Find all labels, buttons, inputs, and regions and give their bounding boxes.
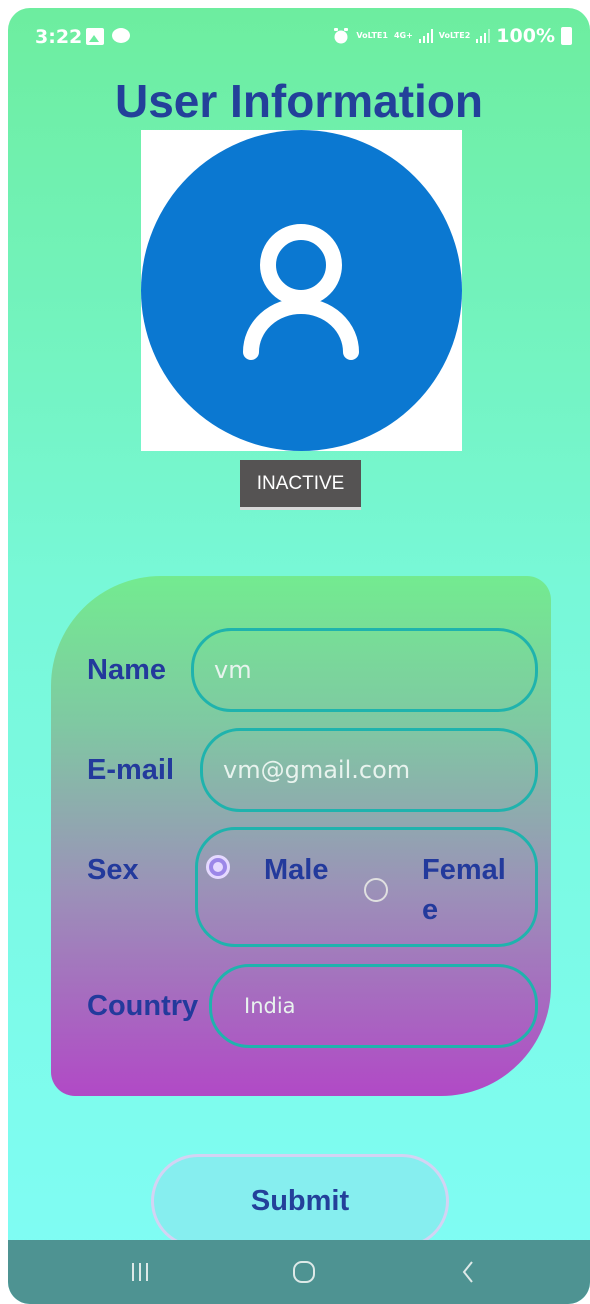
email-value: vm@gmail.com bbox=[223, 756, 411, 784]
clock: 3:22 bbox=[35, 26, 83, 48]
name-value: vm bbox=[214, 656, 252, 684]
back-icon bbox=[462, 1261, 473, 1283]
user-icon bbox=[243, 224, 359, 360]
status-toggle-button[interactable]: INACTIVE bbox=[240, 460, 361, 510]
signal-icon bbox=[418, 29, 433, 43]
status-bar: 3:22 VoLTE1 4G+ VoLTE2 100% bbox=[8, 8, 590, 68]
app-screen: 3:22 VoLTE1 4G+ VoLTE2 100% User Informa… bbox=[8, 8, 590, 1304]
recent-apps-button[interactable] bbox=[100, 1240, 180, 1304]
email-label: E-mail bbox=[87, 754, 175, 786]
user-form-card: Name vm E-mail vm@gmail.com Sex Male Fem… bbox=[51, 576, 551, 1096]
name-label: Name bbox=[87, 654, 166, 686]
volte2-indicator: VoLTE2 bbox=[438, 31, 471, 40]
home-button[interactable] bbox=[264, 1240, 344, 1304]
submit-button[interactable]: Submit bbox=[151, 1154, 449, 1248]
country-label: Country bbox=[87, 990, 199, 1022]
email-field[interactable]: vm@gmail.com bbox=[200, 728, 538, 812]
sex-radio-group: Male Femal e bbox=[195, 827, 538, 947]
signal-icon-2 bbox=[476, 29, 491, 43]
battery-icon bbox=[561, 27, 572, 45]
country-value: India bbox=[244, 994, 296, 1018]
navigation-bar bbox=[8, 1240, 590, 1304]
sex-label: Sex bbox=[87, 854, 139, 886]
name-field[interactable]: vm bbox=[191, 628, 538, 712]
battery-percent: 100% bbox=[496, 25, 555, 47]
male-label[interactable]: Male bbox=[264, 850, 328, 890]
female-radio[interactable] bbox=[364, 878, 388, 902]
profile-picture[interactable] bbox=[141, 130, 462, 451]
alarm-icon bbox=[334, 28, 349, 44]
gallery-icon bbox=[86, 28, 104, 45]
volte1-indicator: VoLTE1 bbox=[356, 31, 388, 40]
home-icon bbox=[293, 1261, 315, 1283]
back-button[interactable] bbox=[428, 1240, 508, 1304]
country-select[interactable]: India bbox=[209, 964, 538, 1048]
male-radio[interactable] bbox=[206, 855, 230, 879]
female-label[interactable]: Femal e bbox=[422, 850, 522, 930]
network-type: 4G+ bbox=[393, 31, 413, 40]
message-icon bbox=[112, 28, 130, 43]
recent-apps-icon bbox=[132, 1263, 148, 1281]
page-title: User Information bbox=[114, 75, 484, 127]
